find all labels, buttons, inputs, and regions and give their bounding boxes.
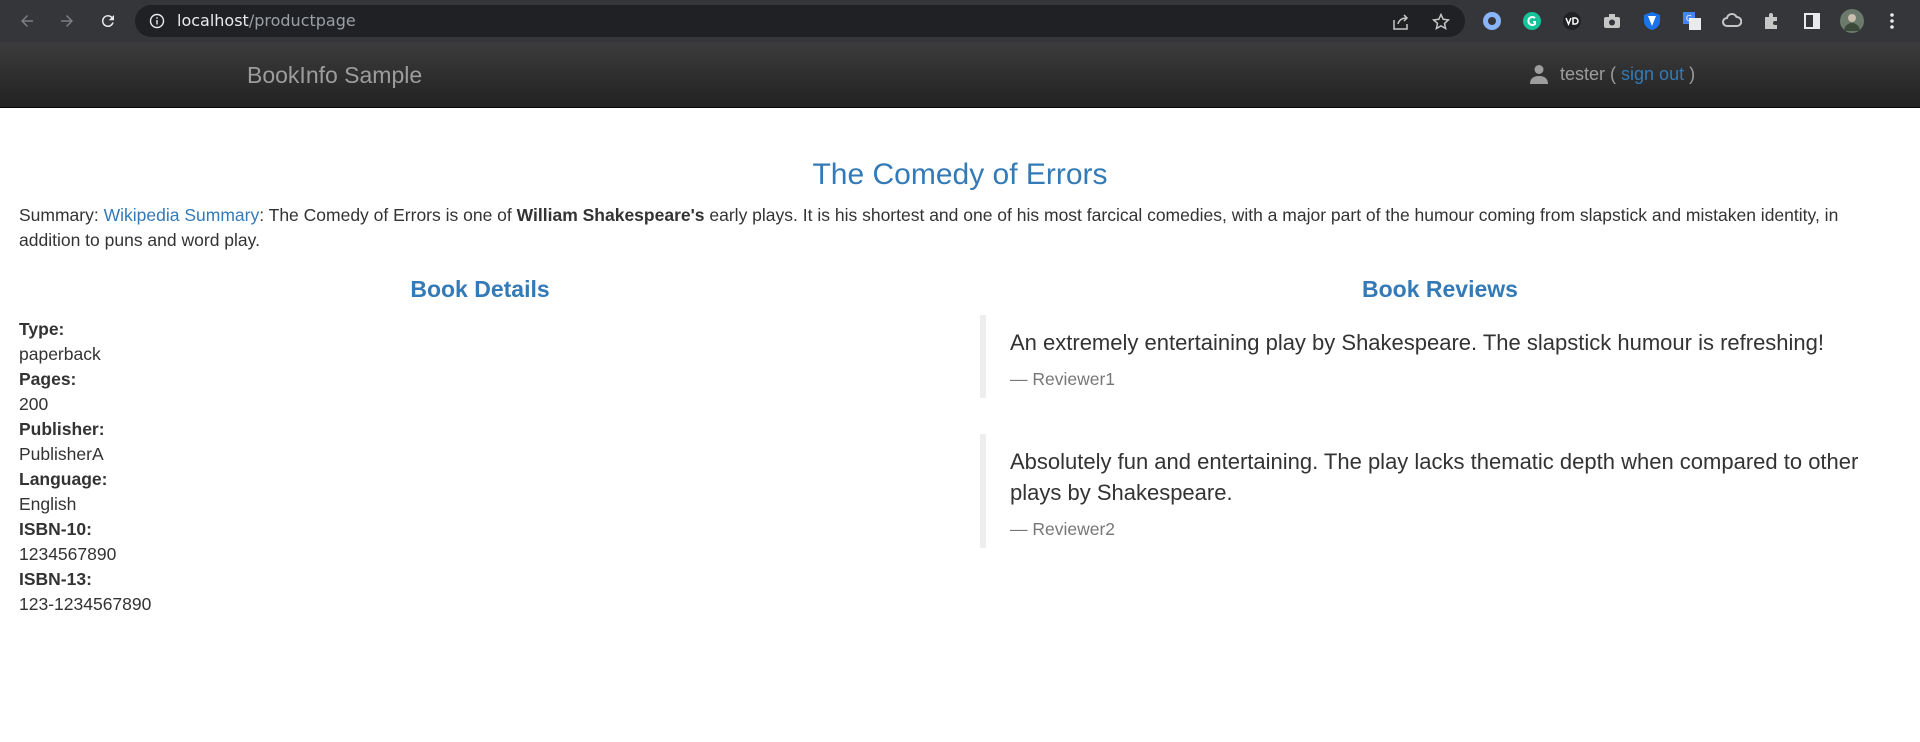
review-text: An extremely entertaining play by Shakes…	[1010, 330, 1825, 355]
shield-icon[interactable]	[1640, 9, 1664, 33]
user-info: tester ( sign out )	[1530, 63, 1695, 85]
wikipedia-summary-link[interactable]: Wikipedia Summary	[104, 205, 260, 225]
user-icon	[1530, 65, 1548, 84]
detail-value-isbn13: 123-1234567890	[19, 594, 152, 614]
detail-value-publisher: PublisherA	[19, 444, 104, 464]
user-close-paren: )	[1689, 64, 1696, 84]
book-details-heading: Book Details	[410, 276, 550, 302]
app-navbar: BookInfo Sample tester ( sign out )	[0, 42, 1920, 108]
book-title: The Comedy of Errors	[812, 158, 1108, 191]
summary-author: William Shakespeare's	[516, 205, 705, 225]
detail-value-language: English	[19, 494, 77, 514]
camera-icon[interactable]	[1600, 9, 1624, 33]
review-item-1: An extremely entertaining play by Shakes…	[980, 315, 1880, 398]
book-reviews-heading: Book Reviews	[1362, 276, 1518, 302]
detail-label-isbn13: ISBN-13:	[19, 569, 92, 589]
review-text: Absolutely fun and entertaining. The pla…	[1010, 449, 1859, 505]
detail-label-language: Language:	[19, 469, 108, 489]
sign-out-link[interactable]: sign out	[1621, 63, 1684, 85]
forward-button[interactable]	[55, 9, 79, 33]
translate-icon[interactable]: G	[1680, 9, 1704, 33]
detail-value-pages: 200	[19, 394, 49, 414]
detail-value-isbn10: 1234567890	[19, 544, 117, 564]
url-text[interactable]: localhost/productpage	[177, 12, 356, 30]
back-button[interactable]	[15, 9, 39, 33]
reviewer-name: — Reviewer1	[1010, 369, 1116, 389]
navbar-brand[interactable]: BookInfo Sample	[247, 62, 422, 88]
svg-text:G: G	[1686, 14, 1692, 23]
bookmark-star-icon[interactable]	[1432, 13, 1450, 31]
side-panel-icon[interactable]	[1800, 9, 1824, 33]
detail-label-isbn10: ISBN-10:	[19, 519, 92, 539]
extension-1-icon[interactable]	[1480, 9, 1504, 33]
detail-label-type: Type:	[19, 319, 65, 339]
summary-text-1: : The Comedy of Errors is one of	[259, 205, 512, 225]
grammarly-icon[interactable]	[1520, 9, 1544, 33]
puzzle-extensions-icon[interactable]	[1760, 9, 1784, 33]
profile-avatar-icon[interactable]	[1840, 9, 1864, 33]
reviewer-name: — Reviewer2	[1010, 519, 1116, 539]
review-item-2: Absolutely fun and entertaining. The pla…	[980, 434, 1880, 548]
detail-label-pages: Pages:	[19, 369, 77, 389]
browser-menu-icon[interactable]	[1880, 9, 1904, 33]
url-host: localhost	[177, 11, 249, 30]
info-icon[interactable]	[149, 13, 165, 29]
detail-value-type: paperback	[19, 344, 101, 364]
reload-button[interactable]	[96, 9, 120, 33]
arrow-right-icon	[61, 15, 73, 27]
video-downloader-icon[interactable]	[1560, 9, 1584, 33]
user-name: tester (	[1560, 64, 1617, 84]
arrow-left-icon	[21, 15, 33, 27]
detail-label-publisher: Publisher:	[19, 419, 105, 439]
book-summary: Summary: Wikipedia Summary: The Comedy o…	[19, 203, 1899, 253]
url-path: /productpage	[248, 11, 356, 30]
cloud-icon[interactable]	[1720, 9, 1744, 33]
reload-icon	[101, 15, 114, 28]
address-bar[interactable]: localhost/productpage	[135, 5, 1465, 37]
share-icon[interactable]	[1392, 13, 1410, 31]
book-details-list: Type: paperback Pages: 200 Publisher: Pu…	[19, 317, 151, 617]
browser-toolbar: localhost/productpage G	[0, 0, 1920, 42]
summary-label: Summary:	[19, 205, 99, 225]
